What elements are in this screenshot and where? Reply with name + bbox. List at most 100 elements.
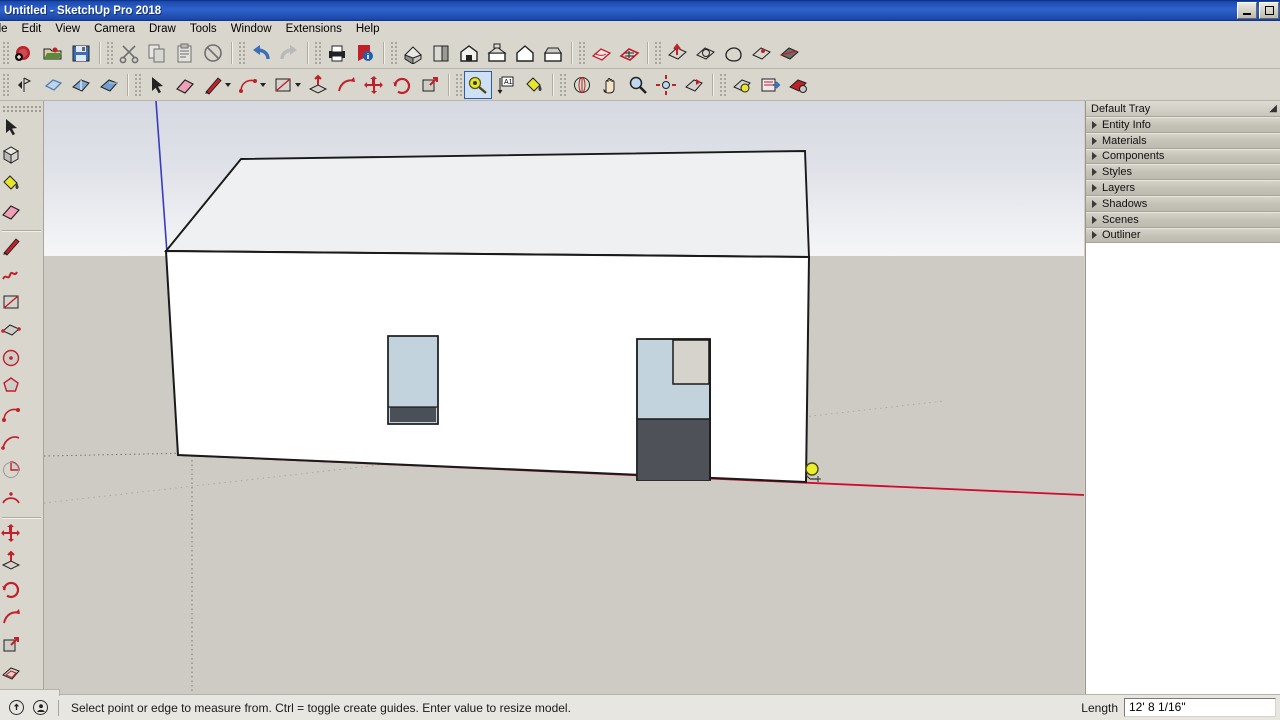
palette-make-component-button[interactable] [0, 143, 22, 171]
dimension-button[interactable]: A1 [492, 71, 520, 99]
view-iso-button[interactable] [399, 39, 427, 67]
select-button[interactable] [143, 71, 171, 99]
3d-warehouse-button[interactable] [784, 71, 812, 99]
palette-paint-bucket-button[interactable] [0, 171, 22, 199]
menu-item-tools[interactable]: Tools [183, 21, 224, 37]
tray-panel-outliner[interactable]: Outliner [1086, 227, 1280, 244]
palette-rotated-rectangle-button[interactable] [0, 318, 22, 346]
redo-button[interactable] [275, 39, 303, 67]
tray-panel-scenes[interactable]: Scenes [1086, 211, 1280, 228]
toolbar-grip[interactable] [654, 40, 661, 65]
palette-line-button[interactable] [0, 234, 22, 262]
menu-item-file[interactable]: File [0, 21, 15, 37]
palette-rotate-button[interactable] [0, 577, 22, 605]
palette-grip[interactable] [2, 105, 41, 112]
toolbar-grip[interactable] [719, 72, 726, 97]
toolbar-grip[interactable] [2, 72, 9, 97]
save-button[interactable] [67, 39, 95, 67]
copy-button[interactable] [143, 39, 171, 67]
view-right-button[interactable] [483, 39, 511, 67]
palette-eraser-button[interactable] [0, 199, 22, 227]
print-button[interactable] [323, 39, 351, 67]
cut-button[interactable] [115, 39, 143, 67]
followme-button[interactable] [332, 71, 360, 99]
menu-item-extensions[interactable]: Extensions [279, 21, 349, 37]
toolbar-grip[interactable] [559, 72, 566, 97]
palette-move-button[interactable] [0, 521, 22, 549]
palette-rectangle-button[interactable] [0, 290, 22, 318]
section-plane-button[interactable] [587, 39, 615, 67]
palette-circle-button[interactable] [0, 346, 22, 374]
view-back-button[interactable] [511, 39, 539, 67]
vcb-input[interactable]: 12' 8 1/16" [1124, 698, 1276, 717]
walkthrough-button[interactable] [11, 71, 39, 99]
paste-button[interactable] [171, 39, 199, 67]
solid-subtract-button[interactable] [719, 39, 747, 67]
palette-select-button[interactable] [0, 115, 22, 143]
palette-pushpull-button[interactable] [0, 549, 22, 577]
chevron-right-icon[interactable] [1092, 199, 1097, 208]
undo-button[interactable] [247, 39, 275, 67]
new-button[interactable] [11, 39, 39, 67]
previous-view-button[interactable] [680, 71, 708, 99]
menu-item-camera[interactable]: Camera [87, 21, 142, 37]
move-button[interactable] [360, 71, 388, 99]
rotate-button[interactable] [388, 71, 416, 99]
menu-item-edit[interactable]: Edit [15, 21, 49, 37]
position-camera-button[interactable] [728, 71, 756, 99]
model-viewport[interactable] [44, 101, 1084, 694]
toolbar-grip[interactable] [390, 40, 397, 65]
tray-panel-shadows[interactable]: Shadows [1086, 195, 1280, 212]
rectangle-button[interactable] [269, 71, 297, 99]
view-left-button[interactable] [539, 39, 567, 67]
tray-panel-entity-info[interactable]: Entity Info [1086, 117, 1280, 133]
menu-item-window[interactable]: Window [224, 21, 279, 37]
shaded-button[interactable] [95, 71, 123, 99]
solid-trim-button[interactable] [747, 39, 775, 67]
palette-two-point-arc-button[interactable] [0, 430, 22, 458]
orbit-button[interactable] [568, 71, 596, 99]
palette-offset-button[interactable] [0, 661, 22, 689]
xray-button[interactable] [39, 71, 67, 99]
palette-pie-button[interactable] [0, 458, 22, 486]
chevron-right-icon[interactable] [1092, 152, 1097, 161]
eraser-button[interactable] [171, 71, 199, 99]
tray-pin-icon[interactable]: ◢ [1269, 103, 1277, 114]
chevron-right-icon[interactable] [1092, 215, 1097, 224]
zoom-extents-button[interactable] [652, 71, 680, 99]
chevron-right-icon[interactable] [1092, 168, 1097, 177]
toolbar-grip[interactable] [2, 40, 9, 65]
solid-split-button[interactable] [775, 39, 803, 67]
pushpull-button[interactable] [304, 71, 332, 99]
toolbar-grip[interactable] [578, 40, 585, 65]
tray-panel-layers[interactable]: Layers [1086, 180, 1280, 196]
palette-polygon-button[interactable] [0, 374, 22, 402]
pan-button[interactable] [596, 71, 624, 99]
open-button[interactable] [39, 39, 67, 67]
toolbar-grip[interactable] [106, 40, 113, 65]
view-top-button[interactable] [427, 39, 455, 67]
model-info-button[interactable] [351, 39, 379, 67]
chevron-right-icon[interactable] [1092, 184, 1097, 193]
minimize-button[interactable] [1237, 2, 1257, 19]
tray-panel-styles[interactable]: Styles [1086, 164, 1280, 181]
erase-button[interactable] [199, 39, 227, 67]
account-icon[interactable] [33, 700, 48, 715]
palette-scale-button[interactable] [0, 633, 22, 661]
tape-measure-button[interactable] [464, 70, 492, 99]
menu-item-help[interactable]: Help [349, 21, 387, 37]
tray-panel-components[interactable]: Components [1086, 148, 1280, 165]
display-section-cuts-button[interactable] [615, 39, 643, 67]
palette-arc-button[interactable] [0, 402, 22, 430]
toolbar-grip[interactable] [134, 72, 141, 97]
shaded-texture-button[interactable] [67, 71, 95, 99]
menu-item-view[interactable]: View [48, 21, 87, 37]
chevron-right-icon[interactable] [1092, 136, 1097, 145]
line-button[interactable] [199, 71, 227, 99]
add-location-button[interactable] [756, 71, 784, 99]
menu-item-draw[interactable]: Draw [142, 21, 183, 37]
scale-button[interactable] [416, 71, 444, 99]
toolbar-grip[interactable] [455, 72, 462, 97]
palette-three-point-arc-button[interactable] [0, 486, 22, 514]
view-front-button[interactable] [455, 39, 483, 67]
